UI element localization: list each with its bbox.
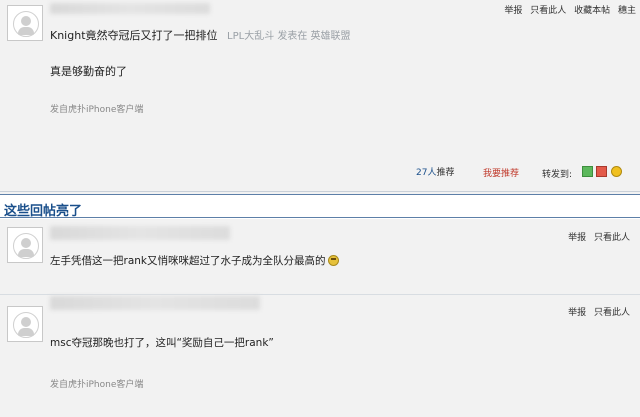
- avatar-head: [21, 317, 31, 327]
- reply-text: msc夺冠那晚也打了，这叫“奖励自己一把rank”: [50, 337, 274, 349]
- laugh-emoji-icon: [327, 255, 339, 266]
- avatar-head: [21, 238, 31, 248]
- only-this-user-link[interactable]: 只看此人: [594, 308, 630, 318]
- section-header-border: [0, 217, 640, 218]
- wechat-share-icon[interactable]: [582, 166, 593, 177]
- avatar[interactable]: [7, 306, 43, 342]
- post-title-text: Knight竟然夺冠后又打了一把排位: [50, 29, 218, 42]
- reply-divider: [0, 294, 640, 295]
- recommend-count-label: 推荐: [436, 168, 455, 178]
- recommend-count[interactable]: 27人推荐: [416, 165, 454, 178]
- share-label: 转发到:: [542, 170, 573, 180]
- post-subtitle-text[interactable]: LPL大乱斗 发表在 英雄联盟: [227, 31, 351, 42]
- owner-link[interactable]: 穗主: [618, 6, 636, 16]
- reply-text-content: 左手凭借这一把rank又悄咪咪超过了水子成为全队分最高的: [50, 255, 326, 267]
- only-this-user-link[interactable]: 只看此人: [530, 6, 566, 16]
- report-link[interactable]: 举报: [504, 6, 522, 16]
- reply-text: 左手凭借这一把rank又悄咪咪超过了水子成为全队分最高的: [50, 253, 339, 268]
- report-link[interactable]: 举报: [568, 233, 586, 243]
- section-divider-top: [0, 191, 640, 192]
- report-link[interactable]: 举报: [568, 308, 586, 318]
- avatar[interactable]: [7, 5, 43, 41]
- reply-actions: 举报 只看此人: [563, 230, 630, 243]
- recommend-count-number: 27人: [416, 168, 437, 178]
- avatar[interactable]: [7, 227, 43, 263]
- post-actions: 举报 只看此人 收藏本帖 穗主: [499, 3, 636, 16]
- avatar-body: [18, 27, 34, 35]
- blurred-username: [50, 3, 210, 14]
- qzone-share-icon[interactable]: [611, 166, 622, 177]
- avatar-body: [18, 249, 34, 257]
- only-this-user-link[interactable]: 只看此人: [594, 233, 630, 243]
- my-recommend-button[interactable]: 我要推荐: [483, 166, 519, 179]
- avatar-head: [21, 16, 31, 26]
- weibo-share-icon[interactable]: [596, 166, 607, 177]
- blurred-username: [50, 296, 260, 310]
- blurred-username: [50, 226, 230, 240]
- reply-source: 发自虎扑iPhone客户端: [50, 380, 144, 390]
- section-header: [0, 194, 640, 219]
- favorite-link[interactable]: 收藏本帖: [574, 6, 610, 16]
- post-body: 真是够勤奋的了: [50, 65, 127, 78]
- post-title: Knight竟然夺冠后又打了一把排位 LPL大乱斗 发表在 英雄联盟: [50, 27, 351, 43]
- post-source: 发自虎扑iPhone客户端: [50, 105, 144, 115]
- avatar-body: [18, 328, 34, 336]
- reply-actions: 举报 只看此人: [563, 305, 630, 318]
